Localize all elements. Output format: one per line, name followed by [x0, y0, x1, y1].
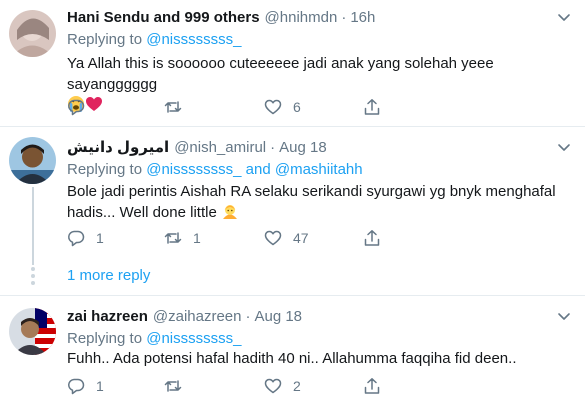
user-handle[interactable]: @hnihmdn: [265, 9, 338, 26]
display-name[interactable]: امیرول دانیش: [67, 138, 169, 156]
tweet-2[interactable]: امیرول دانیش @nish_amirul · Aug 18 Reply…: [0, 127, 585, 294]
share-icon: [364, 99, 380, 115]
tweet-text-content: Ya Allah this is soooooo cuteeeeee jadi …: [67, 55, 494, 93]
like-button[interactable]: 2: [264, 375, 301, 397]
replying-to: Replying to @nissssssss_ and @mashiitahh: [67, 161, 363, 178]
retweet-button[interactable]: [164, 375, 193, 397]
display-name[interactable]: zai hazreen: [67, 308, 148, 325]
heart-icon: [264, 378, 282, 394]
avatar[interactable]: [9, 137, 56, 184]
thread-dot: [31, 281, 35, 285]
tweet-header: zai hazreen @zaihazreen · Aug 18: [67, 305, 302, 327]
tweet-header: امیرول دانیش @nish_amirul · Aug 18: [67, 136, 327, 158]
reply-icon: [68, 378, 85, 395]
separator: ·: [341, 8, 347, 26]
share-button[interactable]: [363, 96, 381, 118]
tweet-actions: 1 1 47: [67, 227, 397, 249]
reply-button[interactable]: [67, 96, 96, 118]
replying-label: Replying to: [67, 330, 143, 347]
separator: ·: [245, 307, 251, 325]
heart-icon: [264, 230, 282, 246]
replying-label: Replying to: [67, 31, 143, 48]
like-button[interactable]: 47: [264, 227, 309, 249]
mention-link[interactable]: @mashiitahh: [275, 161, 363, 178]
retweet-icon: [164, 232, 182, 244]
timestamp[interactable]: Aug 18: [254, 308, 302, 325]
tweet-1[interactable]: Hani Sendu and 999 others @hnihmdn · 16h…: [0, 0, 585, 125]
timestamp[interactable]: Aug 18: [279, 139, 327, 156]
tweet-3[interactable]: zai hazreen @zaihazreen · Aug 18 Replyin…: [0, 296, 585, 400]
like-count: 6: [293, 99, 301, 115]
reply-button[interactable]: 1: [67, 227, 104, 249]
avatar[interactable]: [9, 10, 56, 57]
user-handle[interactable]: @nish_amirul: [174, 139, 266, 156]
replying-to: Replying to @nissssssss_: [67, 31, 241, 48]
tweet-text: Fuhh.. Ada potensi hafal hadith 40 ni.. …: [67, 348, 567, 369]
tweet-text-content: Bole jadi perintis Aishah RA selaku seri…: [67, 183, 556, 221]
thread-dot: [31, 267, 35, 271]
tweet-text: Bole jadi perintis Aishah RA selaku seri…: [67, 181, 562, 223]
heart-icon: [264, 99, 282, 115]
retweet-icon: [164, 380, 182, 392]
share-button[interactable]: [363, 375, 381, 397]
tweet-text-content: Fuhh.. Ada potensi hafal hadith 40 ni.. …: [67, 350, 517, 367]
reply-button[interactable]: 1: [67, 375, 104, 397]
separator: ·: [270, 138, 276, 156]
thread-dot: [31, 274, 35, 278]
display-name[interactable]: Hani Sendu and 999 others: [67, 9, 260, 26]
reply-count: 1: [96, 230, 104, 246]
chevron-down-icon[interactable]: [555, 307, 573, 325]
retweet-button[interactable]: 1: [164, 227, 201, 249]
like-count: 47: [293, 230, 309, 246]
thread-line: [32, 187, 34, 265]
mention-link[interactable]: @nissssssss_: [146, 330, 241, 347]
reply-icon: [68, 230, 85, 247]
more-reply-link[interactable]: 1 more reply: [67, 267, 150, 284]
share-button[interactable]: [363, 227, 381, 249]
avatar[interactable]: [9, 308, 56, 355]
person-emoji-icon: [221, 202, 239, 220]
chevron-down-icon[interactable]: [555, 8, 573, 26]
tweet-actions: 6: [67, 96, 397, 118]
replying-to: Replying to @nissssssss_: [67, 330, 241, 347]
reply-count: 1: [96, 378, 104, 394]
retweet-icon: [164, 101, 182, 113]
retweet-button[interactable]: [164, 96, 193, 118]
timestamp[interactable]: 16h: [350, 9, 375, 26]
tweet-actions: 1 2: [67, 375, 397, 397]
reply-icon: [68, 99, 85, 116]
replying-and: and: [245, 161, 271, 178]
tweet-header: Hani Sendu and 999 others @hnihmdn · 16h: [67, 6, 375, 28]
replying-label: Replying to: [67, 161, 143, 178]
like-button[interactable]: 6: [264, 96, 301, 118]
like-count: 2: [293, 378, 301, 394]
user-handle[interactable]: @zaihazreen: [153, 308, 242, 325]
retweet-count: 1: [193, 230, 201, 246]
mention-link[interactable]: @nissssssss_: [146, 161, 241, 178]
mention-link[interactable]: @nissssssss_: [146, 31, 241, 48]
share-icon: [364, 378, 380, 394]
chevron-down-icon[interactable]: [555, 138, 573, 156]
share-icon: [364, 230, 380, 246]
